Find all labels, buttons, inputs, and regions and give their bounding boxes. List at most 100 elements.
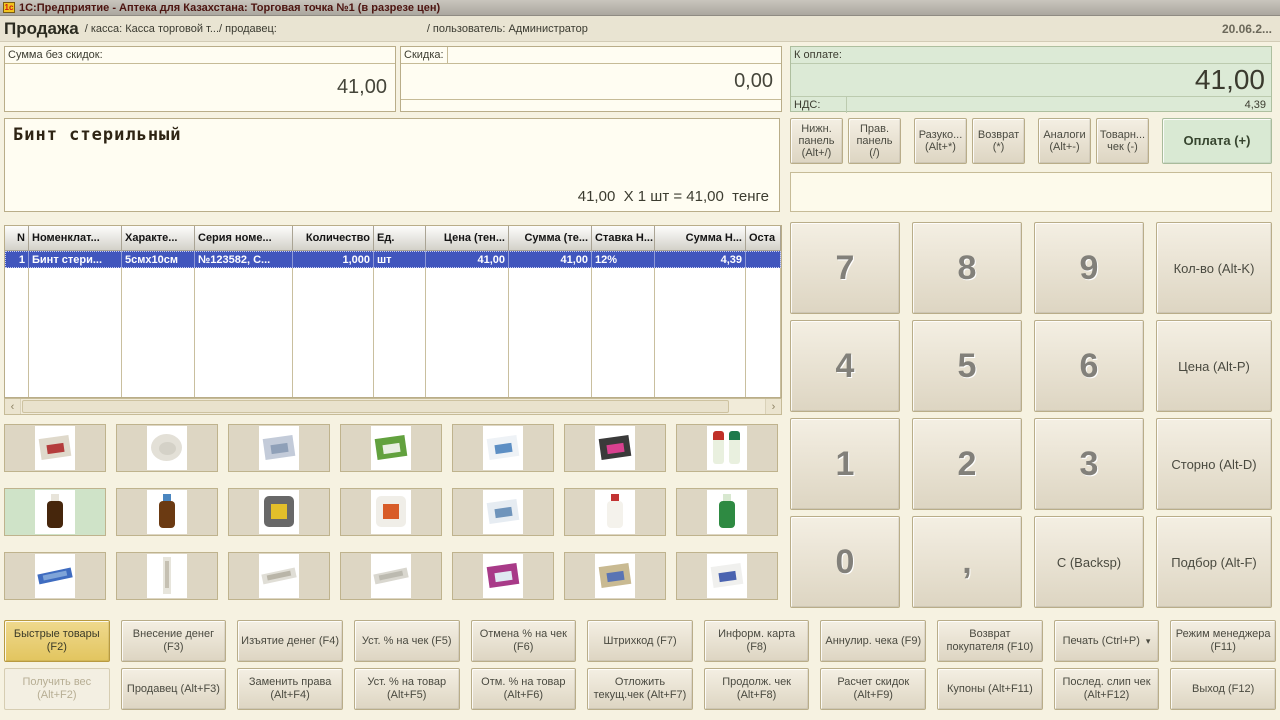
cash-out-button[interactable]: Изъятие денег (F4) bbox=[237, 620, 343, 662]
numpad-key-8[interactable]: 8 bbox=[912, 222, 1022, 314]
table-empty-column bbox=[374, 268, 426, 397]
last-slip-button[interactable]: Послед. слип чек (Alt+F12) bbox=[1054, 668, 1160, 710]
product-thumbnail[interactable] bbox=[340, 552, 442, 600]
table-cell: 1,000 bbox=[293, 251, 374, 268]
discount-input[interactable] bbox=[447, 47, 778, 63]
barcode-button[interactable]: Штрихкод (F7) bbox=[587, 620, 693, 662]
numpad-input-field[interactable] bbox=[790, 172, 1272, 212]
scroll-left-icon[interactable]: ‹ bbox=[5, 399, 21, 414]
page-title: Продажа bbox=[4, 19, 79, 39]
table-cell: 4,39 bbox=[655, 251, 746, 268]
seller-label: / продавец: bbox=[219, 23, 277, 35]
product-thumbnail[interactable] bbox=[4, 488, 106, 536]
numpad-key-1[interactable]: 1 bbox=[790, 418, 900, 510]
product-thumbnail[interactable] bbox=[228, 552, 330, 600]
numpad-key-9[interactable]: 9 bbox=[1034, 222, 1144, 314]
continue-check-button[interactable]: Продолж. чек (Alt+F8) bbox=[704, 668, 810, 710]
return-button[interactable]: Возврат (*) bbox=[972, 118, 1025, 164]
column-header[interactable]: Количество bbox=[293, 226, 374, 250]
product-thumbnail[interactable] bbox=[676, 424, 778, 472]
table-empty-column bbox=[592, 268, 655, 397]
seller-button[interactable]: Продавец (Alt+F3) bbox=[121, 668, 227, 710]
product-thumbnail[interactable] bbox=[116, 488, 218, 536]
unpack-button[interactable]: Разуко... (Alt+*) bbox=[914, 118, 967, 164]
column-header[interactable]: Номенклат... bbox=[29, 226, 122, 250]
lower-panel-button[interactable]: Нижн. панель (Alt+/) bbox=[790, 118, 843, 164]
product-thumbnail[interactable] bbox=[564, 488, 666, 536]
column-header[interactable]: Сумма Н... bbox=[655, 226, 746, 250]
current-item-calculation: 41,00 X 1 шт = 41,00 тенге bbox=[578, 188, 769, 205]
column-header[interactable]: N bbox=[5, 226, 29, 250]
postpone-check-button[interactable]: Отложить текущ.чек (Alt+F7) bbox=[587, 668, 693, 710]
discount-substrip bbox=[401, 99, 781, 111]
numpad-key-7[interactable]: 7 bbox=[790, 222, 900, 314]
product-thumbnail[interactable] bbox=[676, 552, 778, 600]
numpad-key-CBacksp[interactable]: C (Backsp) bbox=[1034, 516, 1144, 608]
cancel-item-discount-button[interactable]: Отм. % на товар (Alt+F6) bbox=[471, 668, 577, 710]
column-header[interactable]: Характе... bbox=[122, 226, 195, 250]
numpad-key-6[interactable]: 6 bbox=[1034, 320, 1144, 412]
product-thumbnail[interactable] bbox=[452, 552, 554, 600]
right-panel-button[interactable]: Прав. панель (/) bbox=[848, 118, 901, 164]
goods-receipt-button[interactable]: Товарн... чек (-) bbox=[1096, 118, 1149, 164]
product-thumbnail[interactable] bbox=[116, 424, 218, 472]
manager-mode-button[interactable]: Режим менеджера (F11) bbox=[1170, 620, 1276, 662]
product-thumbnail[interactable] bbox=[228, 424, 330, 472]
set-item-discount-button[interactable]: Уст. % на товар (Alt+F5) bbox=[354, 668, 460, 710]
calc-discounts-button[interactable]: Расчет скидок (Alt+F9) bbox=[820, 668, 926, 710]
product-thumbnail[interactable] bbox=[340, 424, 442, 472]
storno-button[interactable]: Сторно (Alt-D) bbox=[1156, 418, 1272, 510]
column-header[interactable]: Оста bbox=[746, 226, 781, 250]
pay-button[interactable]: Оплата (+) bbox=[1162, 118, 1272, 164]
pick-button[interactable]: Подбор (Alt-F) bbox=[1156, 516, 1272, 608]
window-titlebar: 1с 1С:Предприятие - Аптека для Казахстан… bbox=[0, 0, 1280, 16]
product-thumbnail[interactable] bbox=[676, 488, 778, 536]
price-button[interactable]: Цена (Alt-P) bbox=[1156, 320, 1272, 412]
product-thumbnail[interactable] bbox=[116, 552, 218, 600]
1c-app-icon: 1с bbox=[3, 2, 15, 13]
product-thumbnail[interactable] bbox=[564, 552, 666, 600]
print-button[interactable]: Печать (Ctrl+P)▾ bbox=[1054, 620, 1160, 662]
coupons-button[interactable]: Купоны (Alt+F11) bbox=[937, 668, 1043, 710]
page-header: Продажа / касса: Касса торговой т... / п… bbox=[0, 16, 1280, 42]
annul-check-button[interactable]: Аннулир. чека (F9) bbox=[820, 620, 926, 662]
table-row-selected[interactable]: 1Бинт стери...5смх10см№123582, С...1,000… bbox=[5, 251, 781, 268]
dropdown-arrow-icon: ▾ bbox=[1146, 635, 1151, 648]
column-header[interactable]: Ед. bbox=[374, 226, 426, 250]
column-header[interactable]: Серия номе... bbox=[195, 226, 293, 250]
numpad-key-4[interactable]: 4 bbox=[790, 320, 900, 412]
table-cell: 5смх10см bbox=[122, 251, 195, 268]
product-thumbnail[interactable] bbox=[452, 424, 554, 472]
numpad-key-3[interactable]: 3 bbox=[1034, 418, 1144, 510]
current-item-display: Бинт стерильный 41,00 X 1 шт = 41,00 тен… bbox=[4, 118, 780, 212]
numpad-key-[interactable]: , bbox=[912, 516, 1022, 608]
exit-button[interactable]: Выход (F12) bbox=[1170, 668, 1276, 710]
numpad-key-5[interactable]: 5 bbox=[912, 320, 1022, 412]
window-title: 1С:Предприятие - Аптека для Казахстана: … bbox=[19, 2, 440, 14]
scrollbar-track[interactable] bbox=[21, 399, 765, 414]
column-header[interactable]: Цена (тен... bbox=[426, 226, 509, 250]
table-horizontal-scrollbar[interactable]: ‹ › bbox=[4, 398, 782, 415]
numpad-key-0[interactable]: 0 bbox=[790, 516, 900, 608]
product-thumbnail[interactable] bbox=[4, 424, 106, 472]
cash-in-button[interactable]: Внесение денег (F3) bbox=[121, 620, 227, 662]
product-thumbnail[interactable] bbox=[340, 488, 442, 536]
cancel-check-discount-button[interactable]: Отмена % на чек (F6) bbox=[471, 620, 577, 662]
product-thumbnail[interactable] bbox=[452, 488, 554, 536]
product-photo bbox=[483, 490, 523, 534]
product-thumbnail[interactable] bbox=[564, 424, 666, 472]
numpad-key-2[interactable]: 2 bbox=[912, 418, 1022, 510]
quantity-button[interactable]: Кол-во (Alt-K) bbox=[1156, 222, 1272, 314]
customer-return-button[interactable]: Возврат покупателя (F10) bbox=[937, 620, 1043, 662]
info-card-button[interactable]: Информ. карта (F8) bbox=[704, 620, 810, 662]
scroll-right-icon[interactable]: › bbox=[765, 399, 781, 414]
column-header[interactable]: Сумма (те... bbox=[509, 226, 592, 250]
set-check-discount-button[interactable]: Уст. % на чек (F5) bbox=[354, 620, 460, 662]
quick-goods-button[interactable]: Быстрые товары (F2) bbox=[4, 620, 110, 662]
change-rights-button[interactable]: Заменить права (Alt+F4) bbox=[237, 668, 343, 710]
analogs-button[interactable]: Аналоги (Alt+-) bbox=[1038, 118, 1091, 164]
product-thumbnail[interactable] bbox=[4, 552, 106, 600]
column-header[interactable]: Ставка Н... bbox=[592, 226, 655, 250]
scrollbar-thumb[interactable] bbox=[22, 400, 729, 413]
product-thumbnail[interactable] bbox=[228, 488, 330, 536]
